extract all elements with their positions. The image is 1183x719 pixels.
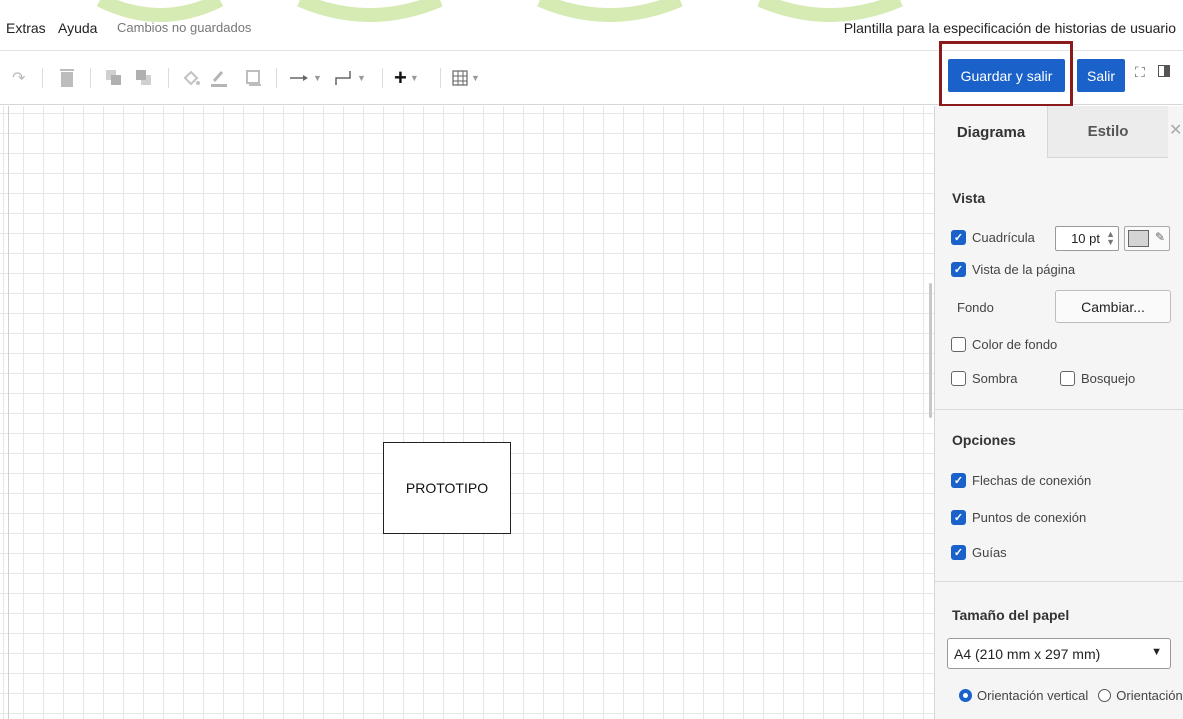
paper-size-value: A4 (210 mm x 297 mm) <box>954 645 1101 662</box>
eyedropper-icon: ✎ <box>1154 230 1165 244</box>
checkbox-empty-icon[interactable] <box>951 337 966 352</box>
radio-empty-icon[interactable] <box>1098 689 1112 702</box>
banner-decoration <box>96 0 903 22</box>
checkbox-empty-icon[interactable] <box>1060 371 1075 386</box>
landscape-label: Orientación <box>1116 688 1183 703</box>
vertical-scrollbar[interactable] <box>929 283 932 418</box>
guides-label: Guías <box>972 545 1007 560</box>
unsaved-status: Cambios no guardados <box>117 20 252 35</box>
tab-estilo[interactable]: Estilo <box>1048 106 1168 158</box>
fill-color-icon[interactable] <box>182 67 200 89</box>
toolbar-separator <box>382 68 383 88</box>
format-panel: Diagrama Estilo ✕ Vista ✓ Cuadrícula ✓ V… <box>934 106 1183 719</box>
sketch-checkbox-row[interactable]: Bosquejo <box>1060 371 1135 386</box>
portrait-label: Orientación vertical <box>977 688 1089 703</box>
delete-icon[interactable] <box>60 67 74 89</box>
paper-size-select[interactable]: A4 (210 mm x 297 mm) ▼ <box>947 638 1171 669</box>
checkbox-checked-icon[interactable]: ✓ <box>951 473 966 488</box>
section-divider <box>935 581 1183 582</box>
grid-label: Cuadrícula <box>972 230 1035 245</box>
grid-color-picker[interactable]: ✎ <box>1124 226 1170 251</box>
exit-button[interactable]: Salir <box>1077 59 1125 92</box>
arrows-label: Flechas de conexión <box>972 473 1092 488</box>
table-icon[interactable]: ▼ <box>452 67 480 89</box>
arrows-checkbox-row[interactable]: ✓ Flechas de conexión <box>951 473 1091 488</box>
section-vista-title: Vista <box>952 190 986 206</box>
grid-size-value: 10 pt <box>1071 231 1100 246</box>
checkbox-checked-icon[interactable]: ✓ <box>951 545 966 560</box>
menu-extras[interactable]: Extras <box>6 20 46 36</box>
to-front-icon[interactable] <box>106 67 122 89</box>
grid-checkbox-row[interactable]: ✓ Cuadrícula <box>951 230 1035 245</box>
guides-checkbox-row[interactable]: ✓ Guías <box>951 545 1007 560</box>
diagram-canvas[interactable] <box>0 106 934 719</box>
chevron-down-icon: ▼ <box>1151 646 1162 658</box>
document-title: Plantilla para la especificación de hist… <box>843 20 1176 36</box>
fullscreen-icon[interactable]: ⛶ <box>1135 64 1145 81</box>
background-color-checkbox-row[interactable]: Color de fondo <box>951 337 1057 352</box>
redo-icon[interactable]: ↷ <box>12 67 25 89</box>
background-row: Fondo <box>957 300 994 315</box>
checkbox-checked-icon[interactable]: ✓ <box>951 262 966 277</box>
shadow-checkbox-row[interactable]: Sombra <box>951 371 1018 386</box>
color-swatch <box>1128 230 1149 247</box>
radio-selected-icon[interactable] <box>959 689 972 702</box>
background-label: Fondo <box>957 300 994 315</box>
checkbox-empty-icon[interactable] <box>951 371 966 386</box>
save-and-exit-button[interactable]: Guardar y salir <box>948 59 1065 92</box>
tab-diagrama[interactable]: Diagrama <box>935 106 1048 158</box>
sketch-label: Bosquejo <box>1081 371 1136 386</box>
toolbar-separator <box>276 68 277 88</box>
section-divider <box>935 409 1183 410</box>
toolbar-separator <box>168 68 169 88</box>
page-view-checkbox-row[interactable]: ✓ Vista de la página <box>951 262 1075 277</box>
shadow-label: Sombra <box>972 371 1018 386</box>
shadow-icon[interactable] <box>246 67 262 89</box>
waypoints-icon[interactable]: ▼ <box>334 67 366 89</box>
portrait-radio-row[interactable]: Orientación vertical Orientación <box>959 688 1183 703</box>
change-background-button[interactable]: Cambiar... <box>1055 290 1171 323</box>
spinner-icon[interactable]: ▲ ▼ <box>1106 230 1115 247</box>
grid-size-input[interactable]: 10 pt ▲ ▼ <box>1055 226 1119 251</box>
page-view-label: Vista de la página <box>972 262 1076 277</box>
toolbar-separator <box>440 68 441 88</box>
line-color-icon[interactable] <box>210 67 228 89</box>
section-paper-title: Tamaño del papel <box>952 607 1070 623</box>
insert-icon[interactable]: + ▼ <box>394 65 419 90</box>
points-checkbox-row[interactable]: ✓ Puntos de conexión <box>951 510 1086 525</box>
background-color-label: Color de fondo <box>972 337 1058 352</box>
to-back-icon[interactable] <box>136 67 152 89</box>
toolbar-separator <box>90 68 91 88</box>
points-label: Puntos de conexión <box>972 510 1087 525</box>
close-icon[interactable]: ✕ <box>1169 120 1182 140</box>
checkbox-checked-icon[interactable]: ✓ <box>951 230 966 245</box>
canvas-border <box>8 106 9 719</box>
toggle-panel-icon[interactable] <box>1158 64 1170 80</box>
prototype-shape[interactable]: PROTOTIPO <box>383 442 511 534</box>
section-opciones-title: Opciones <box>952 432 1016 448</box>
toolbar-separator <box>42 68 43 88</box>
checkbox-checked-icon[interactable]: ✓ <box>951 510 966 525</box>
connection-icon[interactable]: ▼ <box>290 67 322 89</box>
menu-ayuda[interactable]: Ayuda <box>58 20 97 36</box>
